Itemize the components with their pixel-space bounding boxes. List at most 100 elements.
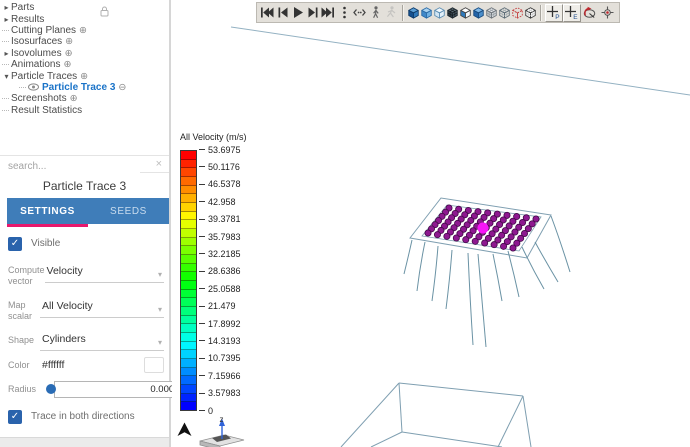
particle-streamline [404, 240, 412, 274]
legend-value: 3.57983 [199, 388, 241, 398]
particle-seed [482, 240, 488, 246]
crosshair-e-icon[interactable]: E [563, 4, 581, 22]
add-icon[interactable]: ⊕ [70, 93, 78, 104]
legend-color-segment [181, 307, 196, 316]
particle-seed [510, 245, 516, 251]
visible-row: ✓ Visible [8, 237, 164, 251]
step-back-icon[interactable] [275, 4, 291, 22]
skip-start-icon[interactable] [259, 4, 275, 22]
crosshair-p-icon[interactable]: P [545, 4, 563, 22]
clear-search-icon[interactable]: × [156, 158, 162, 170]
particle-streamline [493, 254, 502, 301]
tab-settings[interactable]: SETTINGS [7, 198, 88, 224]
probe-code-icon[interactable] [352, 4, 368, 22]
particle-streamline [417, 242, 425, 291]
more-vert-icon[interactable] [337, 4, 353, 22]
box-wireframe-edge [498, 396, 523, 447]
search-input[interactable] [0, 159, 140, 175]
legend-color-segment [181, 194, 196, 203]
add-icon[interactable]: ⊕ [79, 25, 87, 36]
legend-value: 14.3193 [199, 336, 241, 346]
legend-color-segment [181, 151, 196, 160]
tree-item-results[interactable]: ▸Results [2, 13, 167, 24]
panel-title: Particle Trace 3 [43, 179, 126, 193]
add-icon[interactable]: ⊕ [65, 48, 73, 59]
add-icon[interactable]: ⊕ [65, 36, 73, 47]
particle-streamline [535, 242, 558, 282]
cube-hidden-line-icon[interactable] [524, 4, 537, 22]
compute-vector-row: Compute vector Velocity ▾ [8, 262, 164, 287]
box-wireframe-edge [399, 383, 523, 396]
legend-color-segment [181, 333, 196, 342]
tree-item-label: Result Statistics [11, 105, 82, 116]
legend-value: 10.7395 [199, 353, 241, 363]
particle-streamline [551, 216, 570, 272]
remove-icon[interactable]: ⊖ [118, 82, 126, 93]
home-view-icon[interactable] [177, 422, 192, 442]
legend-color-segment [181, 186, 196, 195]
expand-icon[interactable]: ▸ [2, 15, 11, 24]
cube-mesh-gray-icon[interactable] [485, 4, 498, 22]
legend-value: 7.15966 [199, 371, 241, 381]
play-icon[interactable] [290, 4, 306, 22]
tree-item-isosurfaces[interactable]: Isosurfaces⊕ [2, 36, 167, 47]
collapse-icon[interactable]: ▾ [2, 72, 11, 81]
cube-half-shaded-icon[interactable] [459, 4, 472, 22]
legend-color-segment [181, 229, 196, 238]
walk-icon[interactable] [368, 4, 384, 22]
cube-feature-red-icon[interactable] [511, 4, 524, 22]
add-icon[interactable]: ⊕ [63, 59, 71, 70]
particle-seed [453, 235, 459, 241]
box-wireframe-edge [402, 432, 502, 447]
lock-icon[interactable] [100, 4, 109, 22]
legend-title: All Velocity (m/s) [180, 132, 247, 142]
legend-color-segment [181, 368, 196, 377]
application-window: ▸Parts▸ResultsCutting Planes⊕Isosurfaces… [0, 0, 690, 447]
slider-handle[interactable] [46, 384, 56, 394]
cube-mesh-dark-icon[interactable] [446, 4, 459, 22]
expand-icon[interactable]: ▸ [2, 49, 11, 58]
tree-item-label: Results [11, 14, 44, 25]
cube-flat-light-icon[interactable] [433, 4, 446, 22]
tree-item-screenshots[interactable]: Screenshots⊕ [2, 93, 167, 104]
compute-vector-select[interactable]: Velocity ▾ [45, 262, 164, 283]
svg-text:P: P [555, 14, 559, 20]
visibility-eye-icon[interactable] [28, 83, 39, 91]
tree-item-label: Isosurfaces [11, 36, 62, 47]
expand-icon[interactable]: ▸ [2, 3, 11, 12]
legend-color-segment [181, 177, 196, 186]
axis-triad[interactable]: z [198, 413, 258, 447]
visible-checkbox[interactable]: ✓ [8, 237, 22, 251]
tree-item-parts[interactable]: ▸Parts [2, 2, 167, 13]
color-swatch[interactable] [144, 357, 164, 373]
particle-seed [444, 233, 450, 239]
tree-item-cutting-planes[interactable]: Cutting Planes⊕ [2, 25, 167, 36]
cube-shaded-smooth-icon[interactable] [420, 4, 433, 22]
legend-value: 28.6386 [199, 266, 241, 276]
tree-item-animations[interactable]: Animations⊕ [2, 59, 167, 70]
cube-shaded-dark-icon[interactable] [407, 4, 420, 22]
legend-value: 50.1176 [199, 162, 240, 172]
tree-item-particle-traces[interactable]: ▾Particle Traces⊕ [2, 70, 167, 81]
particle-seed [463, 237, 469, 243]
tab-seeds[interactable]: SEEDS [88, 198, 169, 224]
shape-select[interactable]: Cylinders ▾ [40, 330, 164, 351]
add-icon[interactable]: ⊕ [80, 71, 88, 82]
map-scalar-value: All Velocity [42, 300, 93, 312]
trace-both-checkbox[interactable]: ✓ [8, 410, 22, 424]
tree-item-result-statistics[interactable]: Result Statistics [2, 105, 167, 116]
map-scalar-select[interactable]: All Velocity ▾ [40, 297, 164, 318]
tree-item-label: Particle Trace 3 [42, 82, 115, 93]
tree-item-particle-trace-3[interactable]: Particle Trace 3⊖ [2, 82, 167, 93]
tree-item-isovolumes[interactable]: ▸Isovolumes⊕ [2, 48, 167, 59]
cube-wireframe-icon[interactable] [498, 4, 511, 22]
skip-end-icon[interactable] [321, 4, 337, 22]
particle-streamline [446, 250, 452, 309]
rotate-view-icon[interactable] [581, 4, 599, 22]
cube-shaded-blue-icon[interactable] [472, 4, 485, 22]
legend-value: 53.6975 [199, 145, 241, 155]
viewport-3d[interactable]: PE All Velocity (m/s) 53.697550.117646.5… [172, 0, 690, 447]
pick-center-icon[interactable] [599, 4, 617, 22]
z-axis-label: z [220, 415, 224, 424]
step-forward-icon[interactable] [306, 4, 322, 22]
